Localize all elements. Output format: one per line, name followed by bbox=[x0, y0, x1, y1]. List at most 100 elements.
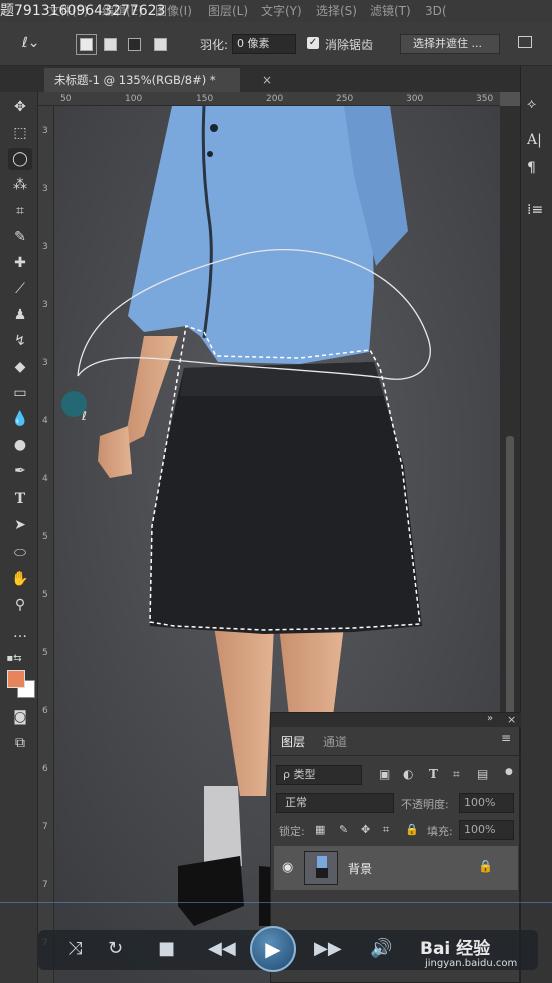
foreground-color-swatch[interactable] bbox=[7, 670, 25, 688]
blur-icon[interactable]: 💧 bbox=[8, 408, 32, 430]
layer-row[interactable]: ◉ 背景 🔒 bbox=[274, 846, 518, 890]
path-icon[interactable]: ⟡ bbox=[527, 96, 536, 112]
ruler-tick: 5 bbox=[42, 590, 48, 600]
ruler-tick: 6 bbox=[42, 706, 48, 716]
panel-menu-icon[interactable]: ≡ bbox=[501, 731, 511, 745]
pen-icon[interactable]: ✒ bbox=[8, 460, 32, 482]
feather-label: 羽化: bbox=[200, 38, 229, 52]
new-selection-icon[interactable] bbox=[76, 34, 97, 55]
select-and-mask-button[interactable]: 选择并遮住 ... bbox=[400, 34, 500, 54]
dodge-icon[interactable]: ● bbox=[8, 434, 32, 456]
collapse-icon[interactable]: » bbox=[487, 713, 493, 724]
play-button[interactable]: ▶ bbox=[250, 926, 296, 972]
ruler-top: 50 100 150 200 250 300 350 400 bbox=[38, 92, 552, 106]
ruler-tick: 4 bbox=[42, 416, 48, 426]
adjustment-filter-icon[interactable]: ◐ bbox=[403, 767, 413, 781]
menu-bar: 题79131609643277623 文件(F) 编辑(E) 图像(I) 图层(… bbox=[0, 0, 552, 22]
default-colors-icon[interactable]: ▪⇆ bbox=[2, 648, 26, 670]
move-icon[interactable]: ✥ bbox=[8, 96, 32, 118]
ruler-tick: 100 bbox=[125, 94, 143, 104]
repeat-icon[interactable]: ↻ bbox=[108, 938, 123, 959]
screen-mode-icon[interactable]: ⧉ bbox=[8, 732, 32, 754]
right-dock: ⟡ A| ¶ ⁞≡ bbox=[520, 66, 552, 983]
ruler-tick: 5 bbox=[42, 648, 48, 658]
lock-position-icon[interactable]: ✥ bbox=[361, 823, 370, 836]
quick-mask-icon[interactable]: ◙ bbox=[8, 706, 32, 728]
opacity-input[interactable]: 100% bbox=[459, 793, 514, 813]
filter-toggle-icon[interactable]: ● bbox=[505, 767, 513, 777]
workspace-icon[interactable] bbox=[518, 36, 532, 48]
document-tab[interactable]: 未标题-1 @ 135%(RGB/8#) * × bbox=[44, 68, 272, 92]
feather-input[interactable]: 0 像素 bbox=[232, 34, 296, 54]
eyedropper-icon[interactable]: ✎ bbox=[8, 226, 32, 248]
intersect-selection-icon[interactable] bbox=[154, 38, 167, 51]
lock-artboard-icon[interactable]: ⌗ bbox=[383, 823, 389, 837]
eraser-icon[interactable]: ◆ bbox=[8, 356, 32, 378]
fill-label: 填充: bbox=[427, 825, 453, 838]
magic-wand-icon[interactable]: ⁂ bbox=[8, 174, 32, 196]
type-icon[interactable]: T bbox=[8, 488, 32, 510]
healing-icon[interactable]: ✚ bbox=[8, 252, 32, 274]
lock-all-icon[interactable]: 🔒 bbox=[405, 823, 419, 836]
rewind-icon[interactable]: ◀◀ bbox=[208, 938, 236, 959]
svg-text:ℓ: ℓ bbox=[81, 409, 87, 423]
ruler-tick: 7 bbox=[42, 822, 48, 832]
ruler-tick: 3 bbox=[42, 358, 48, 368]
menu-type[interactable]: 文字(Y) bbox=[261, 0, 302, 22]
type-filter-icon[interactable]: T bbox=[429, 767, 438, 781]
lasso-icon[interactable]: ◯ bbox=[8, 148, 32, 170]
hand-icon[interactable]: ✋ bbox=[8, 568, 32, 590]
tab-channels[interactable]: 通道 bbox=[323, 733, 347, 750]
antialias-checkbox[interactable]: ✓ bbox=[307, 37, 319, 49]
tab-layers[interactable]: 图层 bbox=[281, 733, 305, 750]
shuffle-icon[interactable]: ⤨ bbox=[68, 938, 82, 959]
lock-icon: 🔒 bbox=[478, 859, 493, 873]
ellipse-icon[interactable]: ⬭ bbox=[8, 542, 32, 564]
zoom-icon[interactable]: ⚲ bbox=[8, 594, 32, 616]
blend-mode-select[interactable]: 正常 bbox=[276, 793, 394, 813]
marquee-icon[interactable]: ⬚ bbox=[8, 122, 32, 144]
properties-icon[interactable]: ⁞≡ bbox=[527, 202, 543, 218]
ruler-tick: 7 bbox=[42, 880, 48, 890]
history-brush-icon[interactable]: ↯ bbox=[8, 330, 32, 352]
image-filter-icon[interactable]: ▣ bbox=[379, 767, 390, 781]
menu-select[interactable]: 选择(S) bbox=[316, 0, 357, 22]
document-tab-label: 未标题-1 @ 135%(RGB/8#) * bbox=[54, 73, 216, 87]
menu-filter[interactable]: 滤镜(T) bbox=[370, 0, 411, 22]
stop-icon[interactable]: ■ bbox=[158, 938, 175, 959]
stamp-icon[interactable]: ♟ bbox=[8, 304, 32, 326]
antialias-label: 消除锯齿 bbox=[325, 38, 374, 52]
eye-icon[interactable]: ◉ bbox=[282, 860, 293, 875]
shape-filter-icon[interactable]: ⌗ bbox=[453, 767, 460, 782]
watermark-url: jingyan.baidu.com bbox=[425, 958, 518, 969]
paragraph-icon[interactable]: ¶ bbox=[527, 160, 536, 176]
menu-layer[interactable]: 图层(L) bbox=[208, 0, 248, 22]
ruler-left: 333334455566777 bbox=[38, 106, 54, 983]
lock-transparency-icon[interactable]: ▦ bbox=[315, 823, 325, 836]
divider bbox=[271, 755, 521, 756]
brush-icon[interactable]: ⟋ bbox=[8, 278, 32, 300]
lasso-preset-icon[interactable]: ℓ⌄ bbox=[22, 35, 40, 51]
close-icon[interactable]: × bbox=[262, 68, 272, 92]
path-select-icon[interactable]: ➤ bbox=[8, 514, 32, 536]
crop-icon[interactable]: ⌗ bbox=[8, 200, 32, 222]
ruler-tick: 4 bbox=[42, 474, 48, 484]
menu-3d[interactable]: 3D( bbox=[425, 0, 447, 22]
kind-filter-select[interactable]: ρ 类型 bbox=[276, 765, 362, 785]
more-icon[interactable]: … bbox=[8, 622, 32, 644]
ruler-tick: 3 bbox=[42, 300, 48, 310]
fill-input[interactable]: 100% bbox=[459, 820, 514, 840]
smart-filter-icon[interactable]: ▤ bbox=[477, 767, 488, 781]
toolbox: ✥ ⬚ ◯ ⁂ ⌗ ✎ ✚ ⟋ ♟ ↯ ◆ ▭ 💧 ● ✒ T ➤ ⬭ ✋ ⚲ … bbox=[0, 92, 38, 983]
ruler-tick: 350 bbox=[476, 94, 494, 104]
subtract-selection-icon[interactable] bbox=[128, 38, 141, 51]
overlay-title: 题79131609643277623 bbox=[0, 3, 166, 19]
layer-name[interactable]: 背景 bbox=[348, 860, 372, 877]
volume-icon[interactable]: 🔊 bbox=[370, 938, 392, 959]
fast-forward-icon[interactable]: ▶▶ bbox=[314, 938, 342, 959]
gradient-icon[interactable]: ▭ bbox=[8, 382, 32, 404]
close-icon[interactable]: × bbox=[507, 713, 516, 726]
character-icon[interactable]: A| bbox=[527, 132, 542, 148]
add-selection-icon[interactable] bbox=[104, 38, 117, 51]
lock-pixels-icon[interactable]: ✎ bbox=[339, 823, 348, 836]
